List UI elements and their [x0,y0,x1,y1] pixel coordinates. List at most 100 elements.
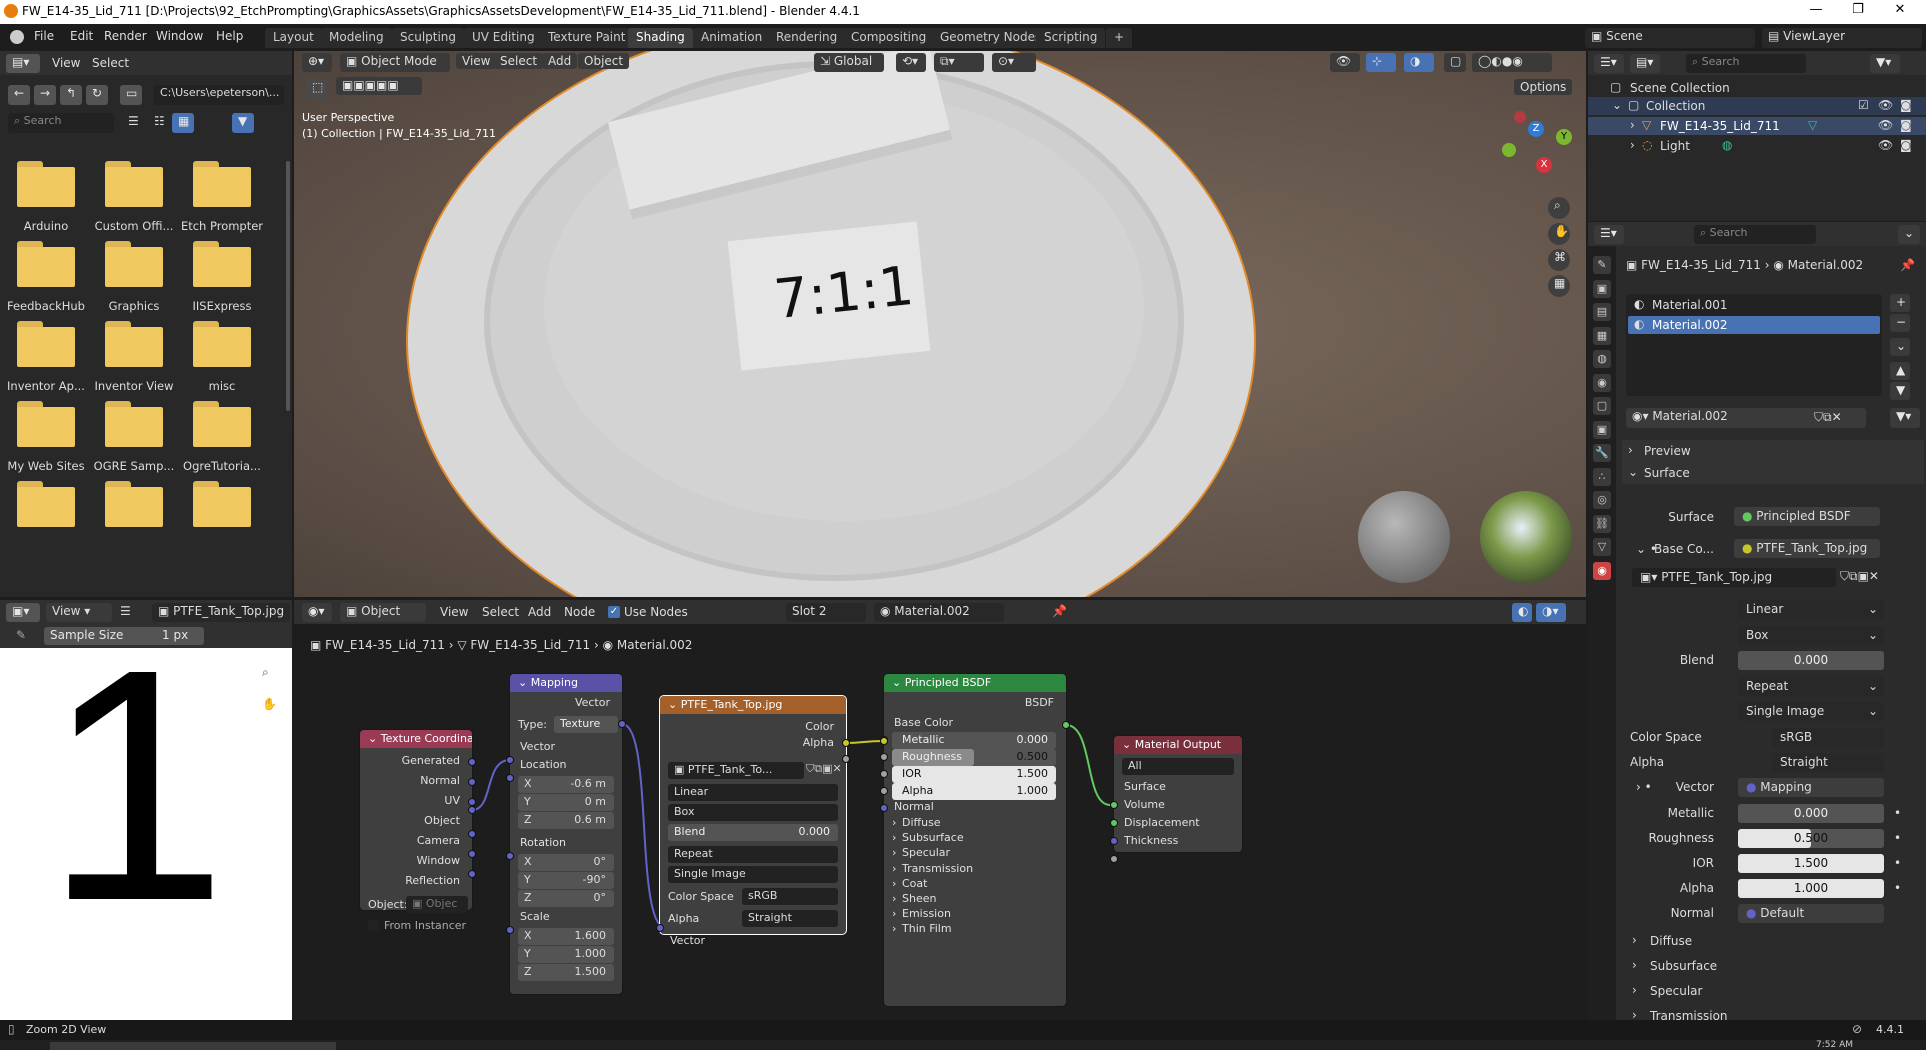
light-visibility-icon[interactable]: 👁 [1878,138,1893,152]
bsdf-field-alpha[interactable]: Alpha 1.000 [892,783,1056,800]
menu-window[interactable]: Window [156,29,203,43]
bsdf-panel-thin-film[interactable]: Thin Film [902,922,952,935]
bsdf-panel-expand-icon[interactable]: › [892,846,896,859]
vp-menu-view[interactable]: View [456,53,497,69]
mapping-out-socket[interactable] [618,720,626,728]
material-slot-001[interactable]: ◐ Material.001 [1628,296,1880,314]
ortho-toggle-icon[interactable]: ▦ [1548,275,1570,297]
keyframe-dot-icon[interactable]: • [1894,806,1901,820]
folder-item[interactable]: Custom Offi... [90,161,178,241]
mapping-rotation-socket[interactable] [506,852,514,860]
move-slot-up-button[interactable]: ▲ [1890,362,1910,380]
outliner-row-scene-collection[interactable]: ▢ Scene Collection [1588,79,1926,97]
bsdf-panel-expand-icon[interactable]: › [892,862,896,875]
props-tab-constraints-icon[interactable]: ⛓ [1593,514,1611,533]
pivot-point-button[interactable]: ⟲▾ [896,53,926,72]
overlay-toggle-button[interactable]: ◑ [1404,53,1434,72]
properties-options-button[interactable]: ⌄ [1898,225,1920,244]
image-node-header[interactable]: ⌄ PTFE_Tank_Top.jpg [660,696,846,714]
outliner-filter-button[interactable]: ▼▾ [1870,54,1900,73]
folder-item[interactable] [90,481,178,561]
viewlayer-selector[interactable]: ▤ ViewLayer [1762,28,1922,48]
props-image-datablock[interactable]: ▣▾ PTFE_Tank_Top.jpg [1632,568,1836,587]
eyedropper-icon[interactable]: ✎ [16,628,26,642]
from-instancer-checkbox[interactable] [368,920,379,931]
output-volume-socket[interactable] [1110,819,1118,827]
xray-button[interactable]: ▢ [1444,53,1466,72]
file-search-input[interactable]: ⌕ Search [8,113,114,133]
props-alpha_mode-dropdown[interactable]: Straight [1772,753,1884,772]
texture-coordinate-node[interactable]: ⌄ Texture Coordinate Generated Normal UV… [360,730,472,932]
shading-modes[interactable]: ◯◐●◉ [1472,53,1552,72]
bsdf-panel-expand-icon[interactable]: › [892,907,896,920]
keyframe-dot-icon[interactable]: • [1894,831,1901,845]
props-tab-material-icon[interactable]: ◉ [1593,561,1611,580]
props-normal_value-link[interactable]: ● Default [1738,904,1884,923]
list-view-button[interactable]: ☰ [122,113,144,133]
props-subpanel-diffuse[interactable]: › Diffuse [1622,930,1924,952]
material-browse-button[interactable]: ▼▾ [1890,408,1920,428]
output-displacement-socket[interactable] [1110,837,1118,845]
mapping-rot-field[interactable]: Y -90° [518,872,614,889]
props-proj-dropdown[interactable]: Box ⌄ [1738,626,1884,645]
transform-orientation-dropdown[interactable]: ⇲ Global [814,53,884,72]
vp-menu-add[interactable]: Add [542,53,578,69]
image-texture-node[interactable]: ⌄ PTFE_Tank_Top.jpg Color Alpha ▣ PTFE_T… [660,696,846,947]
blender-menu-icon[interactable] [10,30,24,44]
maximize-button[interactable]: ❐ [1840,2,1876,17]
proportional-edit-button[interactable]: ⊙▾ [992,53,1036,72]
folder-item[interactable]: Inventor View [90,321,178,401]
props-subpanel-specular[interactable]: › Specular [1622,980,1924,1002]
subpanel-expand-icon[interactable]: › [1632,983,1637,997]
bsdf-panel-subsurface[interactable]: Subsurface [902,831,964,844]
menu-edit[interactable]: Edit [70,29,93,43]
folder-item[interactable]: My Web Sites [2,401,90,481]
refresh-button[interactable]: ↻ [86,85,108,105]
props-tab-object-icon[interactable]: ▣ [1593,420,1611,439]
props-subpanel-subsurface[interactable]: › Subsurface [1622,955,1924,977]
folder-item[interactable]: IISExpress [178,241,266,321]
outliner-editor-type[interactable]: ☰▾ [1594,54,1624,73]
props-vector_value-link[interactable]: ● Mapping [1738,778,1884,797]
props-tab-view-layer-icon[interactable]: ▦ [1593,326,1611,345]
collection-expand-icon[interactable]: ⌄ [1612,98,1622,112]
output-thickness-socket[interactable] [1110,855,1118,863]
socket-object[interactable] [468,806,476,814]
tab-modeling[interactable]: Modeling [321,28,392,48]
tab-compositing[interactable]: Compositing [843,28,935,48]
menu-file[interactable]: File [34,29,54,43]
output-target-dropdown[interactable]: All [1122,758,1234,775]
close-window-button[interactable]: ✕ [1882,2,1918,17]
back-button[interactable]: ← [8,85,30,105]
remove-slot-button[interactable]: − [1890,314,1910,332]
props-interp-dropdown[interactable]: Linear ⌄ [1738,600,1884,619]
bsdf-panel-expand-icon[interactable]: › [892,877,896,890]
keyframe-dot-icon[interactable]: • [1894,856,1901,870]
collection-visibility-icon[interactable]: 👁 [1878,98,1893,112]
mapping-loc-field[interactable]: Y 0 m [518,794,614,811]
material-output-node[interactable]: ⌄ Material Output All Surface Volume Dis… [1114,736,1242,852]
props-tab-output-icon[interactable]: ▤ [1593,303,1611,321]
tab-texture-paint[interactable]: Texture Paint [540,28,634,48]
object-render-icon[interactable]: ◙ [1900,118,1912,132]
tab-animation[interactable]: Animation [693,28,771,48]
mapping-header[interactable]: ⌄ Mapping [510,674,622,692]
tab-rendering[interactable]: Rendering [768,28,846,48]
props-tab-scene-icon[interactable]: ◍ [1593,350,1611,368]
image-source-dropdown[interactable]: Single Image [668,866,838,883]
socket-normal[interactable] [468,778,476,786]
folder-item[interactable]: Graphics [90,241,178,321]
image-vector-socket[interactable] [656,924,664,932]
gizmo-x-axis[interactable]: X [1536,157,1552,173]
mapping-loc-field[interactable]: X -0.6 m [518,776,614,793]
file-browser-scrollbar[interactable] [286,161,290,411]
props-alpha2-slider[interactable]: 1.000 [1738,879,1884,898]
3d-viewport[interactable]: 7:1:1 ⊕▾ ▣ Object Mode View Select Add O… [294,51,1586,597]
visibility-button[interactable]: 👁 [1330,53,1360,72]
props-tab-tool-icon[interactable]: ✎ [1593,256,1611,274]
folder-item[interactable]: Inventor Ap... [2,321,90,401]
socket-uv[interactable] [468,798,476,806]
mapping-rot-field[interactable]: Z 0° [518,890,614,907]
pan-hand-icon[interactable]: ✋ [1548,223,1570,245]
add-slot-button[interactable]: + [1890,294,1910,312]
